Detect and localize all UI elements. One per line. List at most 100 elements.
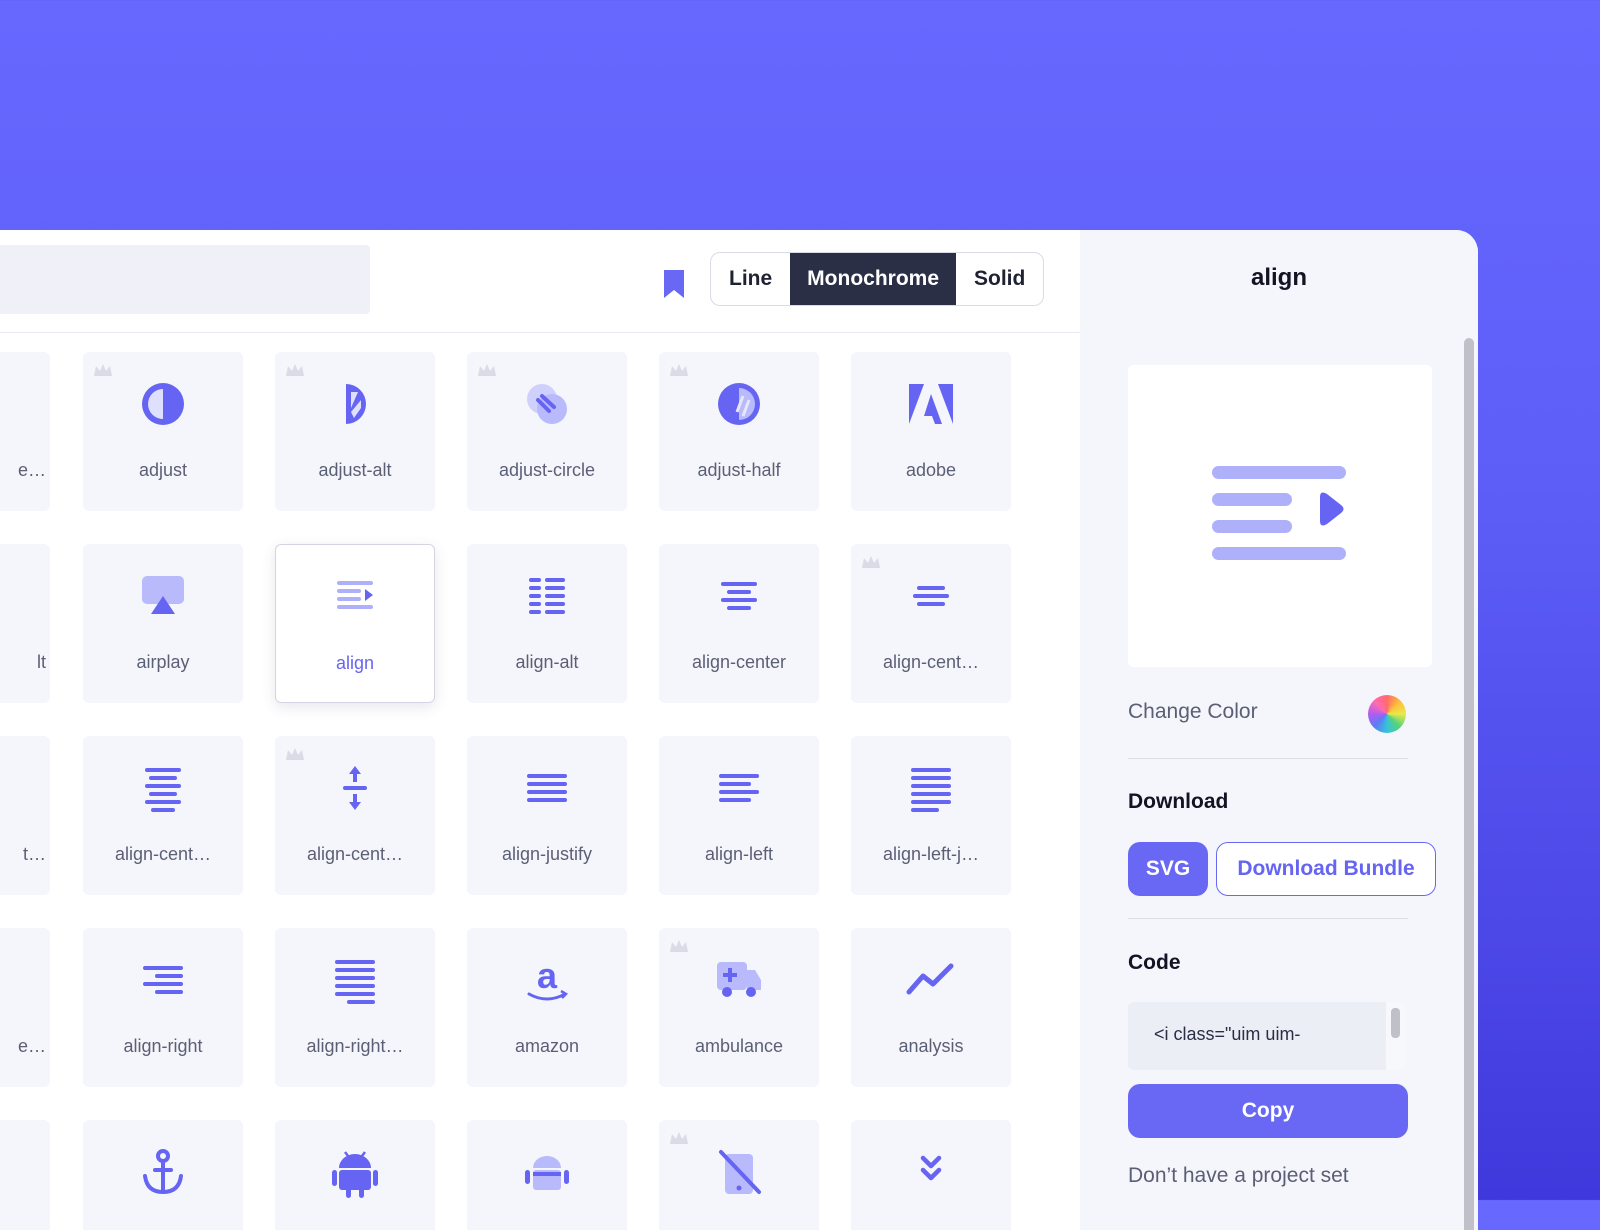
search-input[interactable] <box>0 245 370 314</box>
icon-tile[interactable] <box>83 1120 243 1230</box>
icon-tile-label: adjust-half <box>697 460 781 480</box>
icon-tile-label: analysis <box>898 1036 964 1056</box>
icon-tile-label: lt <box>37 652 46 672</box>
icon-tile[interactable]: align-right… <box>275 928 435 1087</box>
android-alt-icon <box>525 1156 569 1190</box>
icon-tile-label: align <box>335 653 375 673</box>
crown-icon <box>286 364 304 376</box>
toolbar: Line Monochrome Solid <box>0 230 1080 333</box>
icon-tile[interactable]: a amazon <box>467 928 627 1087</box>
icon-preview <box>1128 365 1432 667</box>
align-center-icon <box>721 582 757 610</box>
icon-tile[interactable]: align-cent… <box>83 736 243 895</box>
icon-tile[interactable]: adjust-alt <box>275 352 435 511</box>
align-justify-icon <box>527 774 567 802</box>
align-right-icon <box>143 966 183 994</box>
icon-tile[interactable]: align-cent… <box>275 736 435 895</box>
icon-tile[interactable]: align-center <box>659 544 819 703</box>
icon-tile[interactable]: align-left-j… <box>851 736 1011 895</box>
amazon-icon: a <box>527 955 569 1001</box>
icon-detail-panel: align Change Color Download SVG Download… <box>1080 230 1478 1230</box>
icon-tile[interactable]: airplay <box>83 544 243 703</box>
svg-text:a: a <box>537 955 558 996</box>
adjust-alt-icon <box>346 384 366 424</box>
no-mobile-icon <box>719 1150 761 1194</box>
align-icon <box>337 581 373 609</box>
crown-icon <box>862 556 880 568</box>
icon-tile[interactable]: ambulance <box>659 928 819 1087</box>
icon-tile[interactable]: adjust-circle <box>467 352 627 511</box>
icon-tile-label: align-center <box>691 652 787 672</box>
icon-tile[interactable]: align-justify <box>467 736 627 895</box>
icon-tile[interactable]: align-left <box>659 736 819 895</box>
download-svg-button[interactable]: SVG <box>1128 842 1208 896</box>
icon-tile-label: e… <box>17 460 46 480</box>
icon-tile-label: adjust-alt <box>318 460 392 480</box>
icon-tile-label: align-left-j… <box>882 844 980 864</box>
align-icon <box>1212 466 1346 560</box>
icon-tile[interactable] <box>275 1120 435 1230</box>
code-scrollbar[interactable] <box>1386 1002 1406 1070</box>
align-left-justify-icon <box>911 768 951 812</box>
icon-tile[interactable]: adjust <box>83 352 243 511</box>
bookmark-icon[interactable] <box>662 268 686 300</box>
icon-tile[interactable]: e… <box>0 352 50 511</box>
icon-tile-label: airplay <box>136 652 190 672</box>
style-option-line[interactable]: Line <box>711 253 790 305</box>
selected-icon-title: align <box>1250 264 1307 291</box>
icon-tile-label: align-cent… <box>114 844 212 864</box>
icon-tile[interactable] <box>0 1120 50 1230</box>
style-option-solid[interactable]: Solid <box>956 253 1043 305</box>
code-snippet: <i class="uim uim- <box>1154 1024 1301 1044</box>
icon-tile-label: align-right… <box>306 1036 404 1056</box>
code-scroll-thumb[interactable] <box>1391 1008 1400 1038</box>
icon-browser-window: Line Monochrome Solid e… adjust adjust-alt… <box>0 230 1478 1230</box>
crown-icon <box>670 940 688 952</box>
icon-tile[interactable]: align <box>275 544 435 703</box>
crown-icon <box>670 364 688 376</box>
icon-tile[interactable]: align-alt <box>467 544 627 703</box>
icon-tile[interactable] <box>851 1120 1011 1230</box>
icon-tile[interactable]: adjust-half <box>659 352 819 511</box>
icon-grid: e… adjust adjust-alt adjust-circle adjust-ha… <box>0 352 1060 1230</box>
style-option-monochrome[interactable]: Monochrome <box>790 253 957 305</box>
copy-button[interactable]: Copy <box>1128 1084 1408 1138</box>
align-right-justify-icon <box>335 960 375 1004</box>
icon-tile[interactable] <box>467 1120 627 1230</box>
icon-tile-label: t… <box>22 844 46 864</box>
divider <box>1128 918 1408 919</box>
icon-tile-label: e… <box>17 1036 46 1056</box>
anchor-icon <box>143 1149 183 1195</box>
icon-tile[interactable]: align-cent… <box>851 544 1011 703</box>
icon-tile-label: align-cent… <box>306 844 404 864</box>
icon-tile-label: align-justify <box>501 844 593 864</box>
icon-tile-label: adobe <box>905 460 957 480</box>
icon-tile[interactable]: lt <box>0 544 50 703</box>
download-title: Download <box>1128 790 1229 813</box>
icon-tile[interactable]: adobe <box>851 352 1011 511</box>
icon-tile[interactable]: analysis <box>851 928 1011 1087</box>
crown-icon <box>478 364 496 376</box>
adjust-half-icon <box>718 383 760 425</box>
icon-tile-label: align-cent… <box>882 652 980 672</box>
code-title: Code <box>1128 951 1181 974</box>
icon-tile[interactable]: t… <box>0 736 50 895</box>
analysis-icon <box>906 963 954 995</box>
adjust-icon <box>142 383 184 425</box>
align-center-alt-icon <box>913 586 949 606</box>
divider <box>1128 758 1408 759</box>
icon-tile-label: adjust <box>138 460 188 480</box>
adobe-icon <box>909 384 953 424</box>
panel-scrollbar[interactable] <box>1464 338 1474 1230</box>
icon-tile[interactable] <box>659 1120 819 1230</box>
crown-icon <box>286 748 304 760</box>
code-snippet-box[interactable]: <i class="uim uim- <box>1128 1002 1406 1070</box>
icon-tile[interactable]: e… <box>0 928 50 1087</box>
download-bundle-button[interactable]: Download Bundle <box>1216 842 1436 896</box>
icon-tile[interactable]: align-right <box>83 928 243 1087</box>
style-toggle: Line Monochrome Solid <box>710 252 1045 306</box>
align-left-icon <box>719 774 759 802</box>
icon-tile-label: align-right <box>123 1036 203 1056</box>
color-picker-icon[interactable] <box>1368 695 1406 733</box>
align-center-h-icon <box>343 766 367 810</box>
